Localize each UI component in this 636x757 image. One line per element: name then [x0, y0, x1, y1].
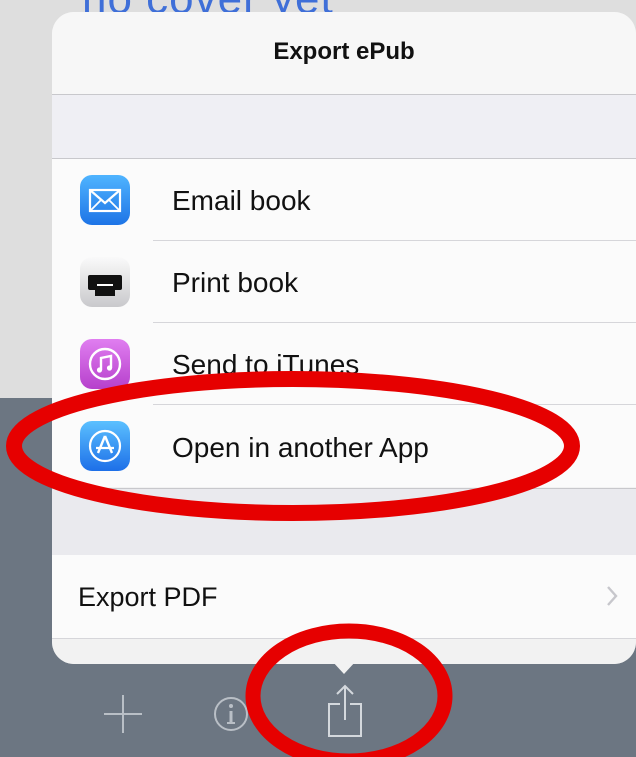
popover-arrow [320, 648, 368, 674]
share-button[interactable] [326, 684, 366, 745]
export-pdf-label: Export PDF [78, 582, 218, 612]
mail-icon [80, 175, 130, 225]
plus-icon [104, 695, 142, 733]
chevron-right-icon [606, 585, 618, 612]
export-popover: Export ePub Email book Print book Send t… [52, 12, 636, 664]
itunes-icon [80, 339, 130, 389]
info-icon [214, 697, 248, 731]
email-book-label: Email book [172, 185, 311, 216]
section-spacer [52, 488, 636, 556]
email-book-row[interactable]: Email book [52, 159, 636, 241]
export-pdf-row[interactable]: Export PDF [52, 555, 636, 639]
popover-title: Export ePub [273, 38, 415, 65]
open-in-another-app-label: Open in another App [172, 432, 429, 463]
printer-icon [80, 257, 130, 307]
send-to-itunes-row[interactable]: Send to iTunes [52, 323, 636, 405]
send-to-itunes-label: Send to iTunes [172, 349, 360, 380]
add-button[interactable] [102, 693, 144, 740]
print-book-label: Print book [172, 267, 299, 298]
popover-header: Export ePub [52, 12, 636, 95]
section-spacer [52, 95, 636, 159]
print-book-row[interactable]: Print book [52, 241, 636, 323]
open-in-another-app-row[interactable]: Open in another App [52, 405, 636, 487]
share-icon [328, 684, 362, 737]
app-store-icon [80, 421, 130, 471]
info-button[interactable] [212, 695, 250, 738]
